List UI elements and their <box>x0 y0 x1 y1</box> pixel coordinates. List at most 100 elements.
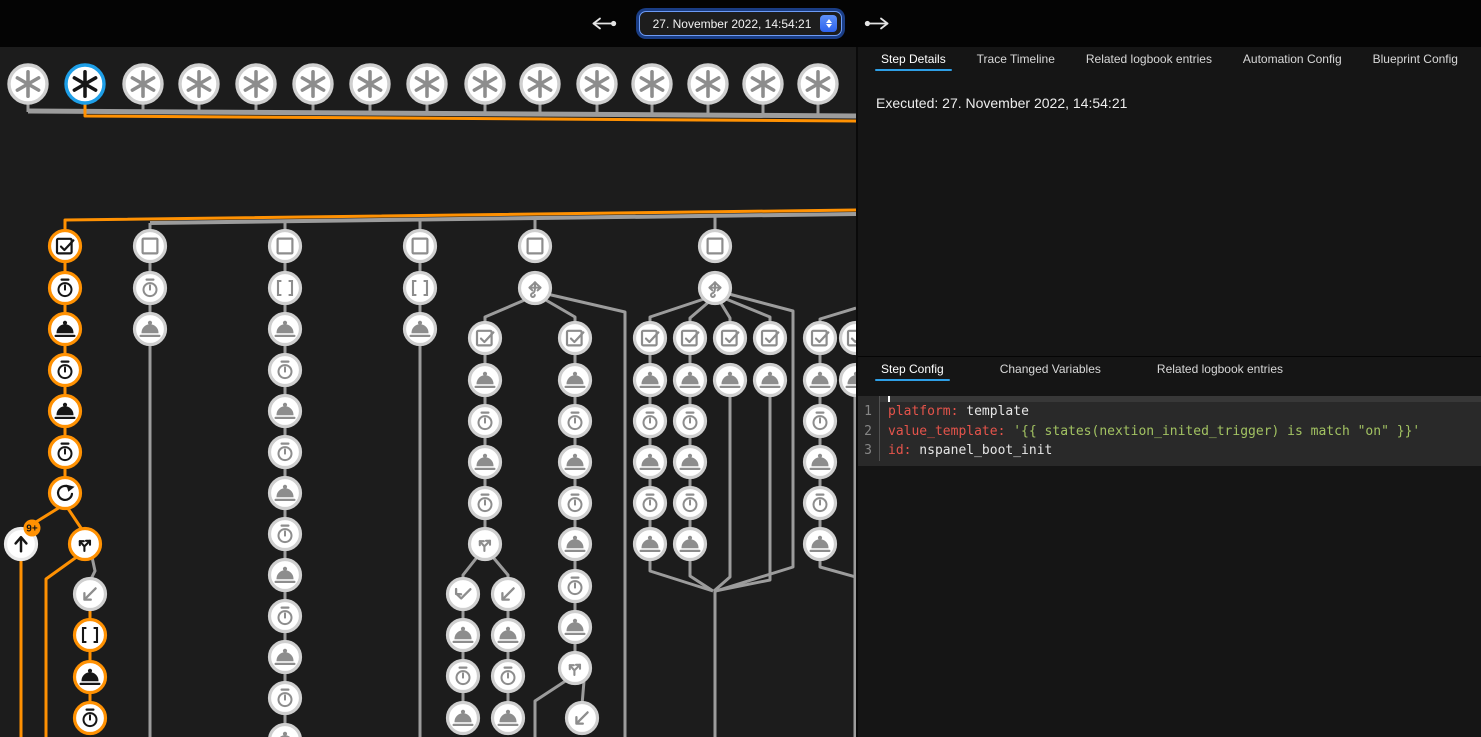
tab-changed-variables[interactable]: Changed Variables <box>994 357 1107 385</box>
code-line[interactable]: 3id: nspanel_boot_init <box>858 441 1481 461</box>
checkbox-node[interactable] <box>841 323 857 354</box>
asterisk-node[interactable] <box>294 65 332 103</box>
choose-node[interactable] <box>520 273 551 304</box>
timer-node[interactable] <box>50 355 81 386</box>
timer-node[interactable] <box>493 661 524 692</box>
service-call-node[interactable] <box>470 447 501 478</box>
service-call-node[interactable] <box>675 447 706 478</box>
checkbox-node[interactable] <box>805 323 836 354</box>
asterisk-node[interactable] <box>799 65 837 103</box>
service-call-node[interactable] <box>635 365 666 396</box>
service-call-node[interactable] <box>635 529 666 560</box>
asterisk-node[interactable] <box>66 65 104 103</box>
fork-node[interactable] <box>470 529 501 560</box>
run-date-select[interactable]: 27. November 2022, 14:54:21 <box>639 11 843 36</box>
service-call-node[interactable] <box>841 365 857 396</box>
timer-node[interactable] <box>270 683 301 714</box>
asterisk-node[interactable] <box>9 65 47 103</box>
service-call-node[interactable] <box>560 612 591 643</box>
code-line[interactable]: 1platform: template <box>858 402 1481 422</box>
timer-node[interactable] <box>270 601 301 632</box>
service-call-node[interactable] <box>75 662 106 693</box>
asterisk-node[interactable] <box>466 65 504 103</box>
timer-node[interactable] <box>50 273 81 304</box>
tab-trace-timeline[interactable]: Trace Timeline <box>971 47 1061 75</box>
service-call-node[interactable] <box>560 365 591 396</box>
service-call-node[interactable] <box>270 725 301 737</box>
arrow-bottom-left-node[interactable] <box>493 579 524 610</box>
timer-node[interactable] <box>805 406 836 437</box>
square-node[interactable] <box>405 231 436 262</box>
check-arrow-node[interactable] <box>448 579 479 610</box>
service-call-node[interactable] <box>493 703 524 734</box>
checkbox-node[interactable] <box>50 231 81 262</box>
service-call-node[interactable] <box>270 478 301 509</box>
service-call-node[interactable] <box>805 447 836 478</box>
timer-node[interactable] <box>470 406 501 437</box>
timer-node[interactable] <box>75 703 106 734</box>
asterisk-node[interactable] <box>521 65 559 103</box>
asterisk-node[interactable] <box>578 65 616 103</box>
timer-node[interactable] <box>805 488 836 519</box>
fork-node[interactable] <box>560 653 591 684</box>
checkbox-node[interactable] <box>755 323 786 354</box>
timer-node[interactable] <box>560 571 591 602</box>
square-node[interactable] <box>135 231 166 262</box>
timer-node[interactable] <box>135 273 166 304</box>
square-node[interactable] <box>700 231 731 262</box>
service-call-node[interactable] <box>805 365 836 396</box>
brackets-node[interactable] <box>75 620 106 651</box>
service-call-node[interactable] <box>470 365 501 396</box>
timer-node[interactable] <box>560 406 591 437</box>
checkbox-node[interactable] <box>470 323 501 354</box>
asterisk-node[interactable] <box>237 65 275 103</box>
timer-node[interactable] <box>270 519 301 550</box>
square-node[interactable] <box>520 231 551 262</box>
checkbox-node[interactable] <box>560 323 591 354</box>
service-call-node[interactable] <box>270 396 301 427</box>
asterisk-node[interactable] <box>351 65 389 103</box>
timer-node[interactable] <box>635 488 666 519</box>
asterisk-node[interactable] <box>689 65 727 103</box>
asterisk-node[interactable] <box>180 65 218 103</box>
brackets-node[interactable] <box>405 273 436 304</box>
choose-node[interactable] <box>700 273 731 304</box>
service-call-node[interactable] <box>270 642 301 673</box>
tab-related-logbook-entries[interactable]: Related logbook entries <box>1151 357 1289 385</box>
asterisk-node[interactable] <box>744 65 782 103</box>
brackets-node[interactable] <box>270 273 301 304</box>
tab-step-config[interactable]: Step Config <box>875 357 950 385</box>
asterisk-node[interactable] <box>408 65 446 103</box>
tab-related-logbook-entries[interactable]: Related logbook entries <box>1080 47 1218 75</box>
tab-blueprint-config[interactable]: Blueprint Config <box>1367 47 1464 75</box>
tab-step-details[interactable]: Step Details <box>875 47 952 75</box>
timer-node[interactable] <box>635 406 666 437</box>
timer-node[interactable] <box>470 488 501 519</box>
next-run-button[interactable] <box>860 13 894 34</box>
tab-automation-config[interactable]: Automation Config <box>1237 47 1348 75</box>
trace-graph[interactable]: 9+ <box>0 47 856 737</box>
service-call-node[interactable] <box>493 620 524 651</box>
checkbox-node[interactable] <box>675 323 706 354</box>
timer-node[interactable] <box>560 488 591 519</box>
code-line[interactable]: 2value_template: '{{ states(nextion_init… <box>858 422 1481 442</box>
fork-node[interactable] <box>70 529 101 560</box>
service-call-node[interactable] <box>560 447 591 478</box>
service-call-node[interactable] <box>805 529 836 560</box>
square-node[interactable] <box>270 231 301 262</box>
service-call-node[interactable] <box>448 620 479 651</box>
service-call-node[interactable] <box>755 365 786 396</box>
timer-node[interactable] <box>50 437 81 468</box>
arrow-bottom-left-node[interactable] <box>75 579 106 610</box>
checkbox-node[interactable] <box>635 323 666 354</box>
service-call-node[interactable] <box>270 560 301 591</box>
service-call-node[interactable] <box>448 703 479 734</box>
service-call-node[interactable] <box>135 314 166 345</box>
asterisk-node[interactable] <box>633 65 671 103</box>
service-call-node[interactable] <box>715 365 746 396</box>
previous-run-button[interactable] <box>587 13 621 34</box>
repeat-node[interactable] <box>50 478 81 509</box>
service-call-node[interactable] <box>270 314 301 345</box>
timer-node[interactable] <box>448 661 479 692</box>
yaml-code-editor[interactable]: 1platform: template2value_template: '{{ … <box>858 396 1481 466</box>
